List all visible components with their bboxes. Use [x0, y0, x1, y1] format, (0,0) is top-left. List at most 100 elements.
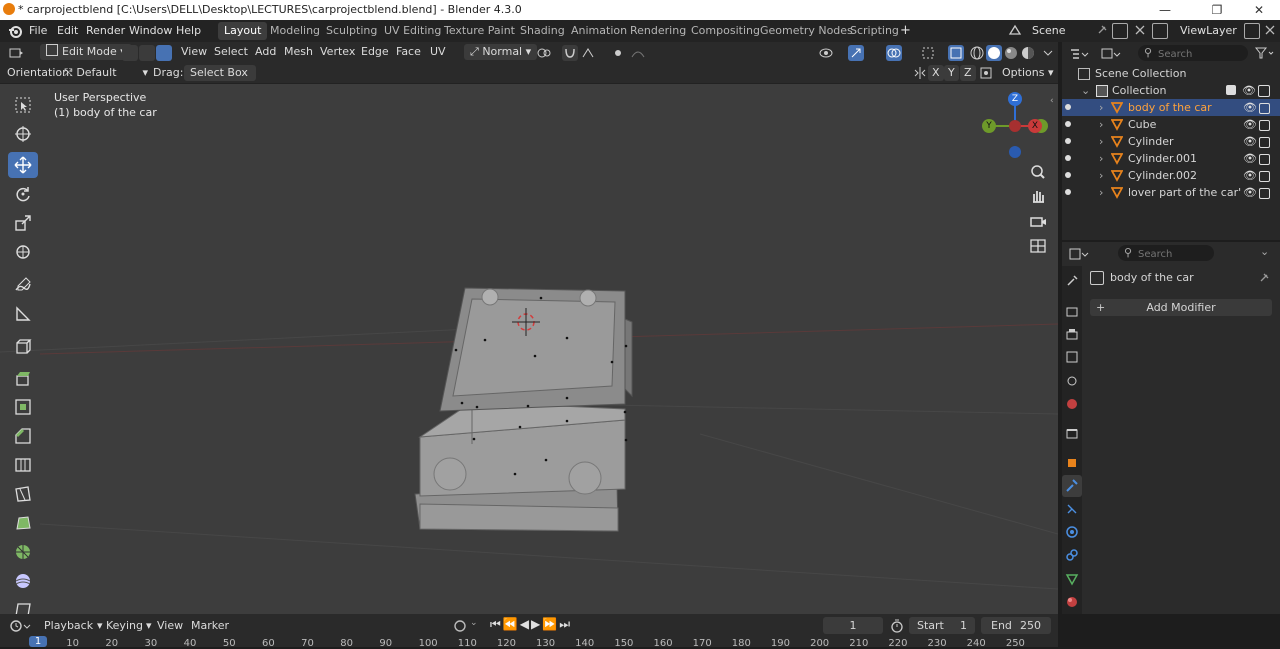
edit-mode-dot-icon[interactable]	[1065, 121, 1071, 127]
mode-dropdown[interactable]: Edit Mode ▾	[40, 44, 132, 60]
menu-window[interactable]: Window	[129, 24, 172, 37]
knife-tool-icon[interactable]	[8, 481, 38, 507]
workspace-tab-shading[interactable]: Shading	[514, 22, 571, 40]
blender-menu-icon[interactable]	[8, 24, 22, 38]
pivot-point-icon[interactable]	[536, 45, 552, 61]
3d-viewport[interactable]: User Perspective (1) body of the car Z Y…	[0, 84, 1058, 614]
edit-mode-dot-icon[interactable]	[1065, 155, 1071, 161]
annotate-tool-icon[interactable]	[8, 272, 38, 298]
edit-mode-dot-icon[interactable]	[1065, 138, 1071, 144]
mesh-edit-overlays-icon[interactable]	[920, 45, 936, 61]
rotate-tool-icon[interactable]	[8, 181, 38, 207]
editor-type-icon[interactable]	[8, 45, 24, 61]
outliner-item[interactable]: › lover part of the car' 👁	[1062, 184, 1280, 201]
spin-tool-icon[interactable]	[8, 539, 38, 565]
pin-icon[interactable]	[1096, 24, 1108, 36]
visibility-eye-icon[interactable]: 👁	[1243, 116, 1257, 133]
mirror-y-toggle[interactable]: Y	[944, 65, 959, 81]
constraints-tab-icon[interactable]	[1065, 548, 1079, 562]
properties-editor-type-icon[interactable]	[1068, 246, 1090, 262]
menu-render[interactable]: Render	[86, 24, 125, 37]
orientation-dropdown[interactable]: ⤧ Default ▾	[64, 65, 148, 81]
snap-icon[interactable]	[562, 45, 578, 61]
options-dropdown[interactable]: Options ▾	[1002, 65, 1053, 81]
output-tab-icon[interactable]	[1065, 327, 1079, 341]
properties-options-icon[interactable]: ⌄	[1260, 245, 1269, 258]
solid-shading-icon[interactable]	[986, 45, 1002, 61]
scene-collection-row[interactable]: Scene Collection	[1062, 65, 1280, 82]
menu-help[interactable]: Help	[176, 24, 201, 37]
gizmo-z-axis[interactable]: Z	[1008, 92, 1022, 106]
select-box-tool-icon[interactable]	[8, 92, 38, 118]
collection-visibility-icon[interactable]: 👁	[1242, 82, 1256, 99]
scene-tab-icon[interactable]	[1065, 374, 1079, 388]
workspace-tab-texture-paint[interactable]: Texture Paint	[438, 22, 521, 40]
collection-checkbox[interactable]	[1226, 85, 1236, 95]
gizmo-y-axis[interactable]: Y	[982, 119, 996, 133]
workspace-tab-scripting[interactable]: Scripting	[844, 22, 905, 40]
vertex-select-icon[interactable]	[122, 45, 138, 61]
inset-faces-tool-icon[interactable]	[8, 394, 38, 420]
new-view-layer-icon[interactable]	[1244, 23, 1260, 39]
outliner-search-input[interactable]	[1156, 46, 1246, 62]
tool-tab-icon[interactable]	[1065, 274, 1079, 288]
frame-ruler[interactable]: 1 10 20 30 40 50 60 70 80 90 100 110 120 130 140 150 160…	[0, 614, 1058, 649]
move-tool-icon[interactable]	[8, 152, 38, 178]
car-body-mesh[interactable]	[414, 287, 633, 532]
modifiers-tab-icon[interactable]	[1062, 475, 1082, 497]
collection-render-icon[interactable]	[1258, 85, 1270, 97]
smooth-tool-icon[interactable]	[8, 568, 38, 594]
visibility-eye-icon[interactable]: 👁	[1243, 150, 1257, 167]
filter-icon[interactable]	[1254, 45, 1276, 61]
snap-target-icon[interactable]	[580, 45, 596, 61]
properties-search-box[interactable]: ⚲	[1118, 245, 1214, 262]
add-modifier-button[interactable]: + Add Modifier	[1090, 299, 1272, 316]
render-camera-icon[interactable]	[1259, 171, 1270, 182]
world-tab-icon[interactable]	[1065, 397, 1079, 411]
expand-arrow-icon[interactable]: ›	[1099, 150, 1103, 167]
viewport-menu-edge[interactable]: Edge	[361, 44, 389, 60]
expand-arrow-icon[interactable]: ›	[1099, 184, 1103, 201]
menu-file[interactable]: File	[29, 24, 47, 37]
visibility-eye-icon[interactable]: 👁	[1243, 167, 1257, 184]
minimize-button[interactable]: —	[1142, 0, 1188, 20]
workspace-tab-animation[interactable]: Animation	[565, 22, 633, 40]
measure-tool-icon[interactable]	[8, 301, 38, 327]
edit-mode-dot-icon[interactable]	[1065, 189, 1071, 195]
maximize-button[interactable]: ❐	[1194, 0, 1240, 20]
workspace-tab-layout[interactable]: Layout	[218, 22, 268, 40]
xray-toggle-icon[interactable]	[948, 45, 964, 61]
visibility-eye-icon[interactable]: 👁	[1243, 184, 1257, 201]
viewport-menu-face[interactable]: Face	[396, 44, 421, 60]
remove-scene-icon[interactable]	[1134, 24, 1146, 36]
shading-options-icon[interactable]	[1040, 45, 1056, 61]
material-tab-icon[interactable]	[1065, 595, 1079, 609]
viewport-menu-mesh[interactable]: Mesh	[284, 44, 313, 60]
extrude-region-tool-icon[interactable]	[8, 365, 38, 391]
render-camera-icon[interactable]	[1259, 137, 1270, 148]
outliner-item[interactable]: › body of the car 👁	[1062, 99, 1280, 116]
outliner-item[interactable]: › Cylinder.001 👁	[1062, 150, 1280, 167]
expand-arrow-icon[interactable]: ›	[1099, 116, 1103, 133]
workspace-tab-sculpting[interactable]: Sculpting	[320, 22, 383, 40]
visibility-icon[interactable]	[818, 45, 834, 61]
physics-tab-icon[interactable]	[1065, 525, 1079, 539]
render-tab-icon[interactable]	[1065, 304, 1079, 318]
visibility-eye-icon[interactable]: 👁	[1243, 99, 1257, 116]
rendered-shading-icon[interactable]	[1020, 45, 1036, 61]
new-scene-icon[interactable]	[1112, 23, 1128, 39]
outliner-search-box[interactable]: ⚲	[1138, 45, 1248, 62]
workspace-tab-rendering[interactable]: Rendering	[624, 22, 692, 40]
mirror-x-toggle[interactable]: X	[928, 65, 944, 81]
display-mode-icon[interactable]	[1100, 46, 1122, 62]
drag-dropdown[interactable]: Select Box ▾	[184, 65, 256, 95]
proportional-edit-icon[interactable]	[610, 45, 626, 61]
mesh-options-icon[interactable]	[978, 65, 994, 81]
edit-mode-dot-icon[interactable]	[1065, 104, 1071, 110]
outliner-item[interactable]: › Cylinder.002 👁	[1062, 167, 1280, 184]
overlays-toggle-icon[interactable]	[886, 45, 902, 61]
loop-cut-tool-icon[interactable]	[8, 452, 38, 478]
gizmo-toggle-icon[interactable]	[848, 45, 864, 61]
render-camera-icon[interactable]	[1259, 154, 1270, 165]
viewport-menu-add[interactable]: Add	[255, 44, 276, 60]
